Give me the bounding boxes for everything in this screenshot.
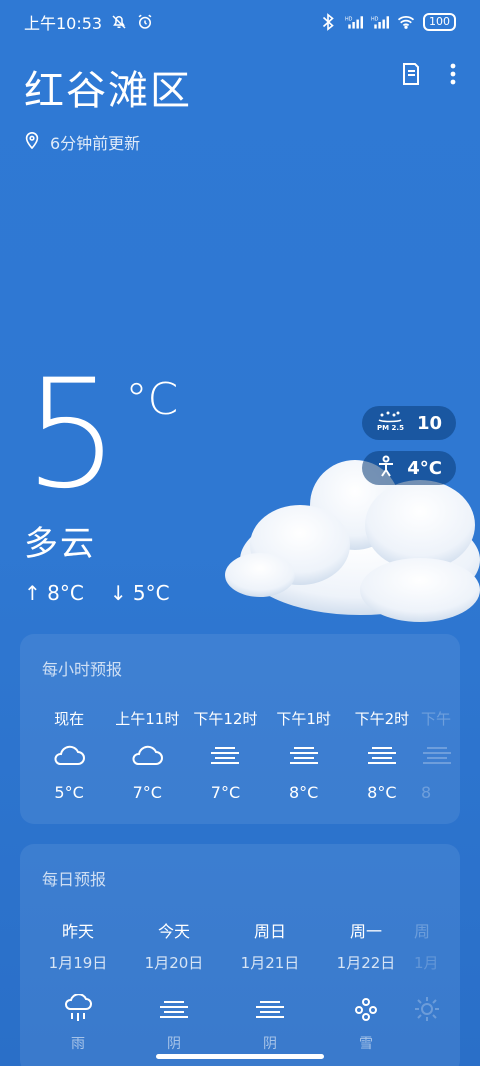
- day-name: 周日: [253, 922, 286, 941]
- day-name: 周: [414, 922, 431, 941]
- pm25-label: PM 2.5: [377, 424, 404, 432]
- status-left: 上午10:53: [24, 10, 154, 34]
- day-date: 1月19日: [48, 954, 108, 972]
- signal-hd-2-icon: HD: [371, 13, 389, 31]
- day-condition: 雪: [359, 1036, 373, 1052]
- hour-time: 下午1时: [276, 710, 331, 728]
- overcast-icon: [254, 995, 286, 1023]
- feels-like-badge[interactable]: 4°C: [362, 451, 456, 485]
- day-date: 1月21日: [240, 954, 300, 972]
- day-item[interactable]: 今天 1月20日 阴: [126, 918, 222, 1053]
- alarm-icon: [136, 13, 154, 31]
- snow-icon: [353, 995, 379, 1023]
- day-item[interactable]: 周一 1月22日 雪: [318, 918, 414, 1053]
- hour-time: 上午11时: [115, 710, 180, 728]
- aqi-badge[interactable]: PM 2.5 10: [362, 406, 456, 440]
- hour-temp: 7°C: [132, 783, 162, 802]
- day-condition: 阴: [167, 1036, 181, 1052]
- current-condition: 多云: [24, 524, 96, 564]
- day-date: 1月20日: [144, 954, 204, 972]
- hour-temp: 8°C: [367, 783, 397, 802]
- hour-temp: 8°C: [288, 783, 319, 802]
- update-info: 6分钟前更新: [24, 130, 456, 154]
- overcast-icon: [158, 995, 190, 1023]
- overcast-icon: [288, 741, 320, 769]
- location-pin-icon: [24, 131, 40, 153]
- daily-title: 每日预报: [42, 870, 107, 889]
- battery-indicator: 100: [423, 13, 456, 31]
- current-weather: 5 °C 多云 ↑ 8°C ↓ 5°C: [24, 360, 178, 605]
- day-date: 1月: [414, 954, 439, 972]
- overcast-icon: [209, 741, 241, 769]
- day-name: 今天: [157, 922, 190, 941]
- day-item[interactable]: 周日 1月21日 阴: [222, 918, 318, 1053]
- cloudy-icon: [52, 741, 86, 769]
- low-temp: ↓ 5°C: [109, 581, 170, 605]
- current-temp-row: 5 °C: [24, 360, 178, 510]
- hour-time: 下午: [420, 710, 451, 728]
- city-name[interactable]: 红谷滩区: [24, 58, 456, 116]
- city-list-icon[interactable]: [400, 62, 422, 90]
- day-condition: 雨: [71, 1036, 85, 1052]
- more-options-icon[interactable]: [450, 62, 456, 90]
- rain-icon: [64, 994, 92, 1023]
- signal-hd-icon: HD: [345, 13, 363, 31]
- hourly-title: 每小时预报: [42, 660, 123, 679]
- hour-time: 下午12时: [193, 710, 258, 728]
- high-temp: ↑ 8°C: [24, 581, 84, 605]
- hour-item: 下午 8: [421, 708, 460, 802]
- cloudy-icon: [130, 741, 164, 769]
- notifications-off-icon: [110, 13, 128, 31]
- status-time: 上午10:53: [24, 14, 103, 33]
- daily-forecast-card[interactable]: 每日预报 昨天 1月19日 雨 今天 1月20日 阴 周日 1月21日 阴 周一…: [20, 844, 460, 1066]
- hour-temp: 8: [420, 783, 432, 802]
- header-actions: [400, 62, 456, 90]
- bluetooth-icon: [319, 13, 337, 31]
- update-time: 6分钟前更新: [50, 134, 141, 153]
- day-date: 1月22日: [336, 954, 396, 972]
- overcast-icon: [421, 741, 453, 769]
- temp-unit: °C: [125, 374, 179, 425]
- hour-item: 下午1时 8°C: [265, 708, 343, 802]
- daily-list[interactable]: 昨天 1月19日 雨 今天 1月20日 阴 周日 1月21日 阴 周一 1月22…: [30, 918, 460, 1053]
- hour-time: 下午2时: [354, 710, 410, 728]
- day-item[interactable]: 昨天 1月19日 雨: [30, 918, 126, 1053]
- wifi-icon: [397, 13, 415, 31]
- person-icon: [376, 455, 396, 482]
- hourly-forecast-card[interactable]: 每小时预报 现在 5°C 上午11时 7°C 下午12时 7°C 下午1时 8°…: [20, 634, 460, 824]
- pm25-icon: PM 2.5: [376, 410, 404, 437]
- location-header: 红谷滩区 6分钟前更新: [24, 58, 456, 154]
- hourly-list[interactable]: 现在 5°C 上午11时 7°C 下午12时 7°C 下午1时 8°C 下午2时…: [30, 708, 460, 802]
- hour-time: 现在: [54, 710, 85, 728]
- hour-item: 下午2时 8°C: [343, 708, 421, 802]
- temp-range: ↑ 8°C ↓ 5°C: [24, 581, 178, 605]
- pm25-value: 10: [416, 412, 442, 434]
- hour-item: 现在 5°C: [30, 708, 108, 802]
- current-temp: 5: [24, 348, 120, 522]
- svg-text:HD: HD: [371, 16, 379, 22]
- day-name: 昨天: [61, 922, 94, 941]
- hour-item: 下午12时 7°C: [186, 708, 264, 802]
- status-bar: 上午10:53 HD HD 100: [0, 0, 480, 44]
- overcast-icon: [366, 741, 398, 769]
- day-item[interactable]: 周 1月: [414, 918, 442, 1053]
- svg-text:HD: HD: [345, 16, 353, 22]
- day-name: 周一: [349, 922, 382, 941]
- sun-icon: [414, 995, 440, 1023]
- home-indicator[interactable]: [156, 1054, 324, 1059]
- feels-like-value: 4°C: [407, 457, 442, 479]
- status-right: HD HD 100: [319, 13, 456, 31]
- hour-temp: 7°C: [210, 783, 241, 802]
- hour-item: 上午11时 7°C: [108, 708, 186, 802]
- hour-temp: 5°C: [54, 783, 84, 802]
- day-condition: 阴: [263, 1036, 277, 1052]
